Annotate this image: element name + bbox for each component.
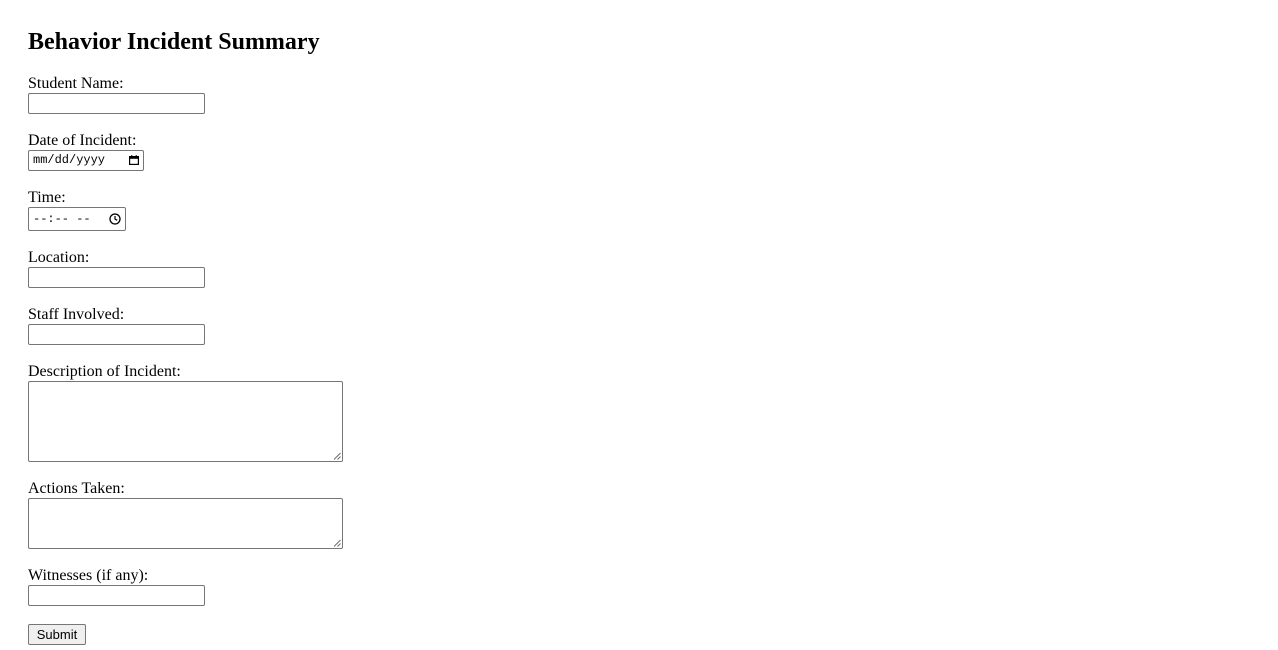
resize-handle-icon[interactable] <box>333 452 341 460</box>
description-textarea[interactable] <box>28 381 343 462</box>
witnesses-label: Witnesses (if any): <box>28 567 149 584</box>
date-placeholder: mm/dd/yyyy <box>33 153 106 167</box>
actions-textarea[interactable] <box>28 498 343 549</box>
location-label: Location: <box>28 249 90 266</box>
student-name-label: Student Name: <box>28 75 124 92</box>
submit-button[interactable]: Submit <box>28 624 86 645</box>
witnesses-input[interactable] <box>28 585 205 606</box>
clock-icon[interactable] <box>109 213 121 225</box>
location-input[interactable] <box>28 267 205 288</box>
time-placeholder: --:-- -- <box>33 212 91 226</box>
time-input[interactable]: --:-- -- <box>28 207 126 231</box>
description-label: Description of Incident: <box>28 363 181 380</box>
page-title: Behavior Incident Summary <box>28 29 320 55</box>
staff-label: Staff Involved: <box>28 306 125 323</box>
calendar-icon[interactable] <box>129 155 139 165</box>
resize-handle-icon[interactable] <box>333 539 341 547</box>
student-name-input[interactable] <box>28 93 205 114</box>
actions-label: Actions Taken: <box>28 480 125 497</box>
staff-input[interactable] <box>28 324 205 345</box>
time-label: Time: <box>28 189 66 206</box>
date-label: Date of Incident: <box>28 132 137 149</box>
date-input[interactable]: mm/dd/yyyy <box>28 150 144 171</box>
